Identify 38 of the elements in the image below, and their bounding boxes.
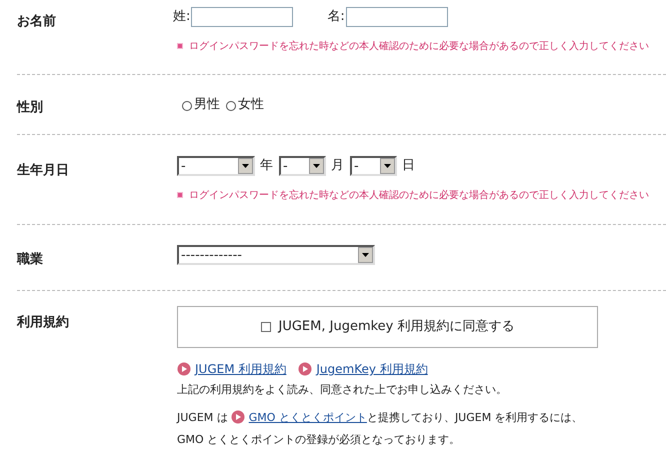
bullet-icon <box>177 43 183 49</box>
radio-button[interactable] <box>226 101 236 112</box>
unit-label: 年 <box>260 157 273 176</box>
text-field[interactable] <box>191 7 294 27</box>
caret-icon <box>238 158 253 174</box>
radio-label: 男性 <box>194 96 220 114</box>
terms-link[interactable]: JUGEM 利用規約 <box>195 360 286 378</box>
hint-text: ログインパスワードを忘れた時などの本人確認のために必要な場合があるので正しく入力してください <box>189 40 649 54</box>
caret-icon <box>309 158 324 174</box>
caret-icon <box>380 158 395 174</box>
field-label: 姓: <box>173 8 190 26</box>
bullet-icon <box>177 192 183 198</box>
partner-text: JUGEM は GMO とくとくポイント と提携しており、JUGEM を利用するには、 GMO とくとくポイントの登録が必須となっております。 <box>177 409 584 448</box>
dropdown[interactable]: - <box>177 156 255 176</box>
play-icon <box>298 362 312 376</box>
dropdown[interactable]: ------------- <box>177 245 375 265</box>
unit-label: 月 <box>331 157 344 176</box>
field-label: 名: <box>327 8 345 26</box>
play-icon <box>231 410 246 424</box>
field-label: 生年月日 <box>17 163 69 178</box>
terms-link[interactable]: JugemKey 利用規約 <box>316 360 428 378</box>
dropdown[interactable]: - <box>350 156 397 176</box>
dropdown[interactable]: - <box>279 156 326 176</box>
radio-label: 女性 <box>238 96 264 114</box>
unit-label: 日 <box>402 157 415 176</box>
play-icon <box>177 362 191 376</box>
text-field[interactable] <box>346 7 448 27</box>
checkbox[interactable] <box>260 322 270 332</box>
caret-icon <box>358 247 373 263</box>
field-label: 職業 <box>17 252 43 267</box>
field-label: 利用規約 <box>17 315 69 330</box>
agree-checkbox-panel[interactable]: JUGEM, Jugemkey 利用規約に同意する <box>177 306 598 348</box>
hint-text: ログインパスワードを忘れた時などの本人確認のために必要な場合があるので正しく入力してください <box>189 188 649 203</box>
partner-link[interactable]: GMO とくとくポイント <box>248 410 367 424</box>
instruction-text: 上記の利用規約をよく読み、同意された上でお申し込みください。 <box>177 382 508 398</box>
field-label: お名前 <box>17 14 56 29</box>
radio-button[interactable] <box>182 101 192 112</box>
field-label: 性別 <box>17 100 43 115</box>
